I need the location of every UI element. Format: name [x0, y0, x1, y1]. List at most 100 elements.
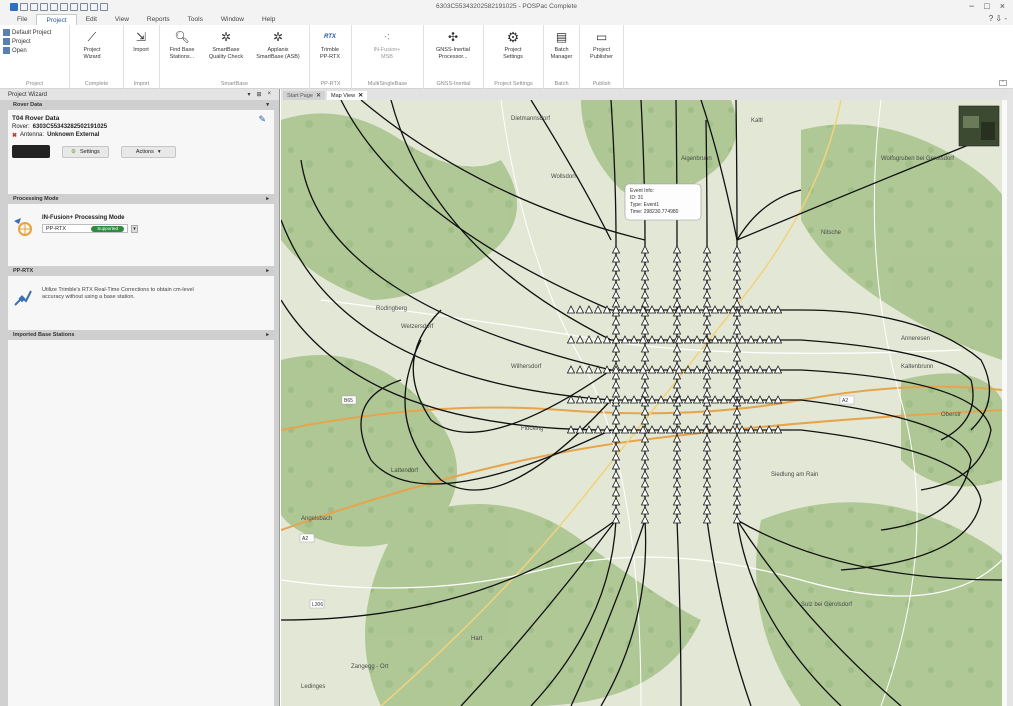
close-icon[interactable]: ✕ — [316, 92, 321, 99]
mode-title: IN-Fusion+ Processing Mode — [42, 215, 125, 221]
menu-reports[interactable]: Reports — [138, 14, 179, 25]
help-icon[interactable]: ? ⇩ - — [989, 14, 1007, 23]
gear-icon: ⚙ — [71, 148, 76, 155]
applanix-smartbase-button[interactable]: ✲ Applanix SmartBase (ASB) — [251, 27, 305, 89]
project-icon — [3, 38, 10, 45]
ribbon-group-project: Default Project Project Open Project — [0, 25, 70, 89]
section-header-processing[interactable]: Processing Mode ▸ — [8, 194, 274, 204]
settings-button[interactable]: ⚙ Settings — [62, 145, 109, 158]
menu-window[interactable]: Window — [212, 14, 253, 25]
project-wizard-panel: Project Wizard ▾ ⊞ × Rover Data ▾ T04 Ro… — [0, 89, 280, 706]
road-label: A2 — [839, 395, 855, 405]
menu-edit[interactable]: Edit — [77, 14, 106, 25]
tooltip-line: Time: 298230.774980 — [630, 209, 679, 215]
menu-help[interactable]: Help — [253, 14, 284, 25]
default-project-button[interactable]: Default Project — [3, 29, 51, 36]
batch-manager-button[interactable]: ▤ Batch Manager — [547, 27, 576, 89]
collapse-chevron-icon: ▾ — [266, 102, 269, 108]
minimize-button[interactable]: − — [969, 1, 974, 11]
place-label: Wilhersdorf — [511, 364, 542, 370]
ribbon-group-pprtx: RTX Trimble PP-RTX PP-RTX — [310, 25, 352, 89]
maximize-button[interactable]: □ — [984, 1, 989, 11]
panel-close-button[interactable]: × — [267, 91, 271, 98]
smartbase-quality-check-button[interactable]: ✲ SmartBase Quality Check — [204, 27, 248, 89]
section-header-imported-base[interactable]: Imported Base Stations ▸ — [8, 330, 274, 340]
section-header-rover[interactable]: Rover Data ▾ — [8, 100, 274, 110]
menu-file[interactable]: File — [8, 14, 36, 25]
import-icon: ⇲ — [135, 30, 147, 44]
close-icon[interactable]: ✕ — [358, 92, 363, 99]
place-label: Wollsdorf — [551, 174, 576, 180]
default-project-icon — [3, 29, 10, 36]
gnss-inertial-processor-button[interactable]: ✣ GNSS-Inertial Processor... — [427, 27, 479, 89]
actions-button[interactable]: Actions ▾ — [120, 145, 176, 158]
find-base-stations-button[interactable]: 🔍︎ Find Base Stations... — [163, 27, 201, 89]
close-button[interactable]: × — [1000, 1, 1005, 11]
place-label: Zangegg - Ort — [351, 664, 389, 670]
antenna-label: Antenna: — [20, 132, 45, 138]
search-icon: 🔍︎ — [174, 30, 190, 44]
place-label: Kaltenbrunn — [901, 364, 933, 370]
group-label: Complete — [84, 81, 109, 87]
select-value: PP-RTX — [46, 225, 67, 232]
project-publisher-button[interactable]: ▭ Project Publisher — [583, 27, 620, 89]
satellite-icon — [12, 287, 34, 309]
svg-text:B65: B65 — [344, 398, 353, 404]
place-label: Wetzersdorf — [401, 324, 434, 330]
section-header-pprtx[interactable]: PP-RTX ▸ — [8, 266, 274, 276]
ribbon: Default Project Project Open Project ⟋ P… — [0, 25, 1013, 89]
edit-icon[interactable]: ✎ — [258, 114, 266, 125]
section-title: Imported Base Stations — [13, 332, 75, 338]
road-label: A2 — [299, 533, 315, 543]
project-settings-button[interactable]: ⚙ Project Settings — [487, 27, 539, 89]
ribbon-group-import: ⇲ Import Import — [124, 25, 160, 89]
event-tooltip: Event Info: ID: 31 Type: Event1 Time: 29… — [624, 183, 702, 221]
tab-map-view[interactable]: Map View ✕ — [327, 91, 368, 100]
processor-icon: ✣ — [447, 30, 459, 44]
place-label: Aigenbrunn — [681, 156, 712, 162]
processing-mode-select[interactable]: PP-RTX Supported — [42, 224, 128, 233]
right-dock-edge — [1007, 89, 1013, 706]
menu-bar: File Project Edit View Reports Tools Window Hel… — [0, 13, 1013, 25]
open-project-button[interactable]: Open — [3, 47, 51, 54]
thumbnail-image[interactable] — [958, 105, 1000, 147]
import-button[interactable]: ⇲ Import — [127, 27, 155, 89]
place-label: Wolfsgruben bei Gerolsdorf — [881, 156, 954, 162]
panel-menu-button[interactable]: ▾ — [247, 91, 250, 98]
menu-project[interactable]: Project — [36, 14, 77, 25]
section-title: Processing Mode — [13, 196, 59, 202]
menu-tools[interactable]: Tools — [179, 14, 212, 25]
place-label: Nitsche — [821, 230, 842, 236]
document-tabs: Start Page ✕ Map View ✕ — [281, 89, 1007, 100]
menu-view[interactable]: View — [106, 14, 138, 25]
pprtx-section: Utilize Trimble's RTX Real-Time Correcti… — [8, 276, 274, 330]
project-wizard-button[interactable]: ⟋ Project Wizard — [73, 27, 111, 89]
ribbon-group-publish: ▭ Project Publisher Publish — [580, 25, 624, 89]
group-label: Project — [25, 81, 44, 87]
ribbon-group-smartbase: 🔍︎ Find Base Stations... ✲ SmartBase Qua… — [160, 25, 310, 89]
infusion-msb-button[interactable]: ⁖ IN-Fusion+ MSB — [355, 27, 419, 89]
wizard-content: Rover Data ▾ T04 Rover Data ✎ Rover: 630… — [8, 100, 274, 706]
collapse-ribbon-button[interactable]: ⌃ — [999, 80, 1007, 86]
tooltip-line: Type: Event1 — [630, 202, 659, 208]
rover-row: Rover: 6303C55343282502191025 — [12, 124, 270, 130]
collapse-chevron-icon: ▸ — [266, 196, 269, 202]
tooltip-line: ID: 31 — [630, 195, 644, 201]
new-project-button[interactable]: Project — [3, 38, 51, 45]
antenna-value: Unknown External — [47, 132, 100, 138]
panel-pin-button[interactable]: ⊞ — [256, 91, 261, 98]
processing-section: IN-Fusion+ Processing Mode PP-RTX Suppor… — [8, 204, 274, 266]
place-label: Ledinges — [301, 684, 325, 690]
chevron-down-icon: ▾ — [157, 148, 161, 155]
trimble-pprtx-button[interactable]: RTX Trimble PP-RTX — [313, 27, 347, 89]
map-canvas[interactable]: Dietmannsdorf Kaltl Aigenbrunn Wolfsgruben … — [281, 100, 1002, 706]
place-label: Dietmannsdorf — [511, 116, 550, 122]
map-svg[interactable]: Dietmannsdorf Kaltl Aigenbrunn Wolfsgruben … — [281, 100, 1002, 706]
group-label: SmartBase — [220, 81, 249, 87]
dropdown-arrow-icon[interactable]: ▾ — [131, 224, 138, 233]
tab-start-page[interactable]: Start Page ✕ — [283, 91, 326, 100]
section-title: Rover Data — [13, 102, 43, 108]
ribbon-group-msb: ⁖ IN-Fusion+ MSB MultiSingleBase — [352, 25, 424, 89]
rtx-icon: RTX — [324, 34, 336, 40]
pprtx-description: Utilize Trimble's RTX Real-Time Correcti… — [42, 287, 194, 300]
